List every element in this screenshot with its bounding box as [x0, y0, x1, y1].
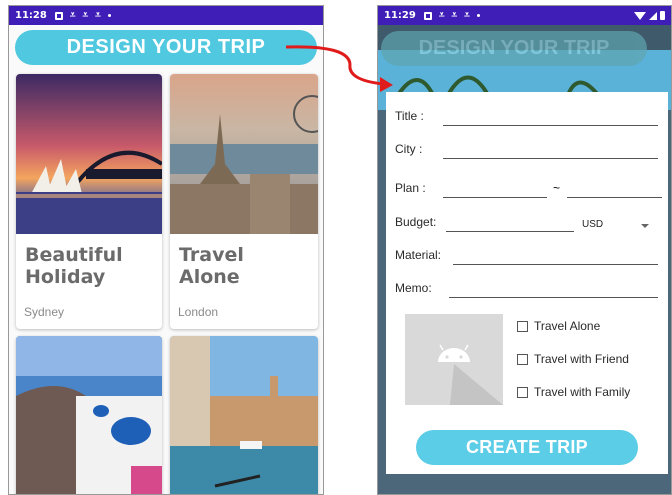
android-icon [438, 344, 503, 405]
memo-row: Memo: [395, 281, 432, 295]
material-input[interactable] [453, 264, 658, 265]
wifi-icon [634, 11, 646, 20]
option-label: Travel with Friend [534, 352, 629, 366]
title-input[interactable] [443, 125, 658, 126]
sydney-image [16, 74, 162, 234]
create-trip-button[interactable]: CREATE TRIP [416, 430, 638, 465]
image-placeholder[interactable] [405, 314, 503, 405]
download-icon: ⩡ [82, 9, 89, 21]
design-trip-button-dimmed: DESIGN YOUR TRIP [381, 31, 647, 66]
status-time: 11:28 [15, 10, 47, 21]
checkbox[interactable] [517, 386, 528, 398]
card-title: Travel Alone [179, 244, 244, 288]
venice-image [170, 336, 318, 494]
budget-row: Budget: [395, 215, 436, 229]
budget-input[interactable] [446, 231, 574, 232]
plan-label: Plan : [395, 181, 426, 195]
create-trip-dialog: Title : City : Plan : ~ Budget: USD Mate… [386, 92, 668, 474]
plan-end-input[interactable] [567, 197, 662, 198]
status-right [634, 11, 665, 20]
trip-card[interactable]: Travel Alone London [170, 74, 318, 329]
london-image [170, 74, 318, 234]
download-icon: ⩡ [451, 9, 458, 21]
santorini-image [16, 336, 162, 494]
plan-separator: ~ [553, 181, 561, 195]
download-icon: ⩡ [95, 9, 101, 21]
battery-icon [660, 11, 665, 20]
status-bar: 11:28 ⩡ ⩡ ⩡ [9, 6, 323, 25]
option-label: Travel Alone [534, 319, 601, 333]
phone-trip-list: 11:28 ⩡ ⩡ ⩡ DESIGN YOUR TRIP Beautiful H… [8, 5, 324, 495]
card-subtitle: London [178, 305, 219, 319]
material-row: Material: [395, 248, 441, 262]
trip-card[interactable] [16, 336, 162, 494]
option-label: Travel with Family [534, 385, 631, 399]
checkbox[interactable] [517, 320, 528, 332]
dot-icon [107, 14, 111, 17]
phone-create-trip: 11:29 ⩡ ⩡ ⩡ DESIGN YOUR TRIP Title : Cit… [377, 5, 672, 495]
memo-label: Memo: [395, 281, 432, 295]
trip-card[interactable]: Beautiful Holiday Sydney [16, 74, 162, 329]
notification-icon [423, 11, 432, 20]
plan-row: Plan : [395, 181, 426, 195]
currency-select[interactable]: USD [582, 219, 603, 230]
trip-card[interactable] [170, 336, 318, 494]
card-title: Beautiful Holiday [25, 244, 123, 288]
title-label: Title : [395, 109, 424, 123]
plan-start-input[interactable] [443, 197, 547, 198]
option-travel-with-family[interactable]: Travel with Family [517, 385, 630, 399]
notification-icon [54, 11, 63, 20]
card-subtitle: Sydney [24, 305, 65, 319]
city-label: City : [395, 142, 423, 156]
status-bar: 11:29 ⩡ ⩡ ⩡ [378, 6, 671, 25]
design-trip-button[interactable]: DESIGN YOUR TRIP [15, 30, 317, 65]
material-label: Material: [395, 248, 442, 262]
download-icon: ⩡ [438, 9, 445, 21]
dot-icon [476, 14, 480, 17]
stage: 11:28 ⩡ ⩡ ⩡ DESIGN YOUR TRIP Beautiful H… [0, 0, 672, 495]
status-time: 11:29 [384, 10, 416, 21]
checkbox[interactable] [517, 353, 528, 365]
memo-input[interactable] [449, 297, 658, 298]
chevron-down-icon[interactable] [641, 224, 649, 228]
city-row: City : [395, 142, 422, 156]
option-travel-alone[interactable]: Travel Alone [517, 319, 600, 333]
city-input[interactable] [443, 158, 658, 159]
budget-label: Budget: [395, 215, 437, 229]
download-icon: ⩡ [69, 9, 76, 21]
option-travel-with-friend[interactable]: Travel with Friend [517, 352, 629, 366]
signal-icon [649, 11, 657, 20]
download-icon: ⩡ [464, 9, 470, 21]
title-row: Title : [395, 109, 424, 123]
